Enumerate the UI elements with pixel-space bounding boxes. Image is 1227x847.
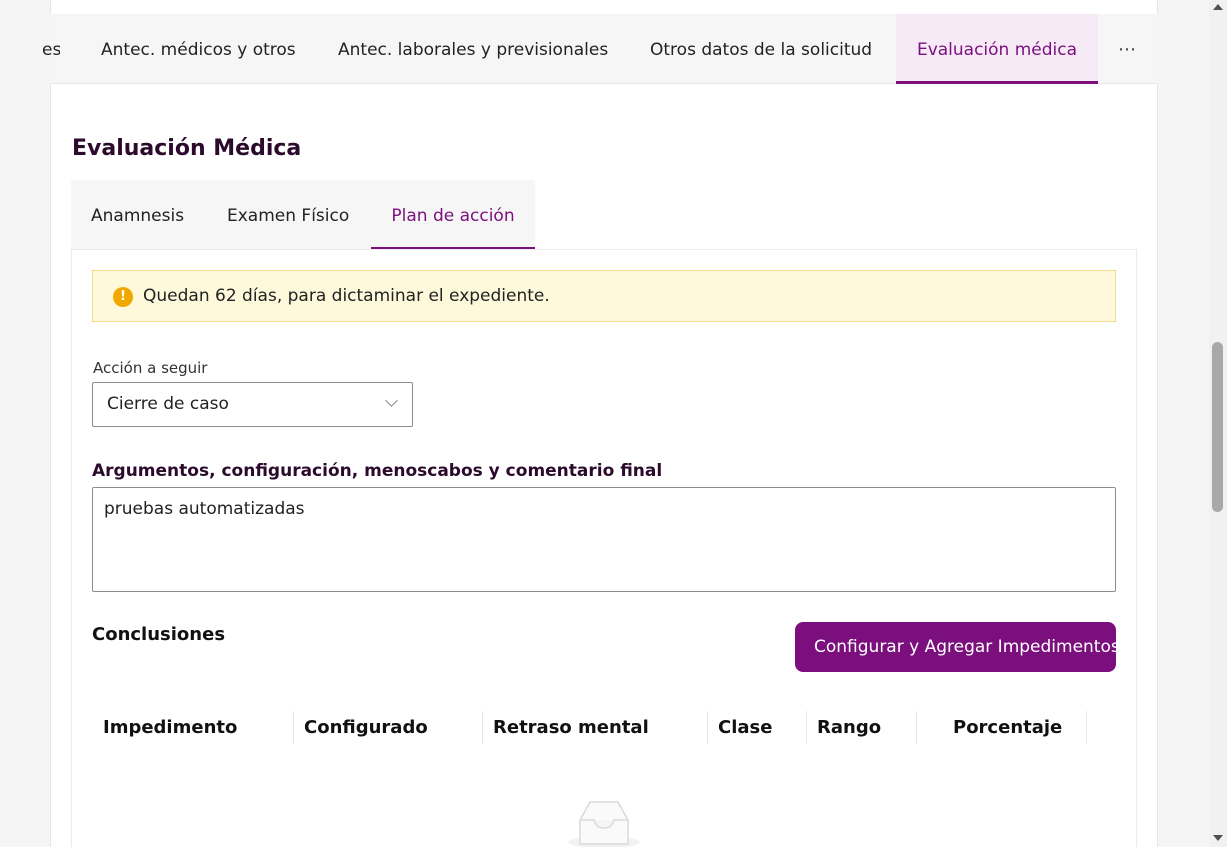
tab-evaluacion-medica[interactable]: Evaluación médica: [896, 14, 1098, 84]
configurar-impedimentos-button[interactable]: Configurar y Agregar Impedimentos: [795, 622, 1120, 672]
deadline-alert: ! Quedan 62 días, para dictaminar el exp…: [92, 270, 1116, 322]
column-divider: [707, 711, 708, 744]
column-divider: [806, 711, 807, 744]
tab-examen-fisico[interactable]: Examen Físico: [227, 180, 349, 250]
column-header-retraso-mental: Retraso mental: [493, 717, 649, 738]
alert-message: Quedan 62 días, para dictaminar el exped…: [143, 286, 550, 306]
empty-inbox-icon: [568, 801, 640, 847]
column-divider: [916, 711, 917, 744]
accion-select-value: Cierre de caso: [107, 394, 229, 414]
scrollbar-thumb[interactable]: [1212, 342, 1223, 512]
chevron-down-icon: [385, 394, 398, 407]
conclusiones-title: Conclusiones: [92, 624, 226, 645]
accion-select[interactable]: Cierre de caso: [92, 382, 413, 427]
column-header-rango: Rango: [817, 717, 882, 738]
scroll-down-arrow-icon[interactable]: [1213, 835, 1223, 841]
page-title: Evaluación Médica: [72, 136, 302, 161]
tab-antec-laborales[interactable]: Antec. laborales y previsionales: [338, 14, 608, 84]
more-tabs-button[interactable]: ⋯: [1118, 14, 1136, 84]
tab-otros-datos[interactable]: Otros datos de la solicitud: [650, 14, 872, 84]
column-divider: [293, 711, 294, 744]
argumentos-textarea[interactable]: pruebas automatizadas: [92, 487, 1116, 592]
column-header-configurado: Configurado: [304, 717, 428, 738]
tab-partial[interactable]: es: [42, 14, 60, 84]
column-header-clase: Clase: [718, 717, 773, 738]
warning-icon: !: [113, 287, 133, 307]
column-divider: [1086, 711, 1087, 744]
scroll-up-arrow-icon[interactable]: [1213, 4, 1223, 10]
sub-tab-bar: Anamnesis Examen Físico Plan de acción: [71, 180, 535, 250]
column-header-impedimento: Impedimento: [103, 717, 238, 738]
top-tab-bar: es Antec. médicos y otros Antec. laboral…: [42, 14, 1158, 84]
column-header-porcentaje: Porcentaje: [953, 717, 1063, 738]
argumentos-label: Argumentos, configuración, menoscabos y …: [92, 461, 663, 481]
tab-antec-medicos[interactable]: Antec. médicos y otros: [101, 14, 296, 84]
column-divider: [482, 711, 483, 744]
tab-anamnesis[interactable]: Anamnesis: [91, 180, 184, 250]
accion-label: Acción a seguir: [93, 359, 208, 377]
tab-plan-de-accion[interactable]: Plan de acción: [371, 180, 535, 250]
